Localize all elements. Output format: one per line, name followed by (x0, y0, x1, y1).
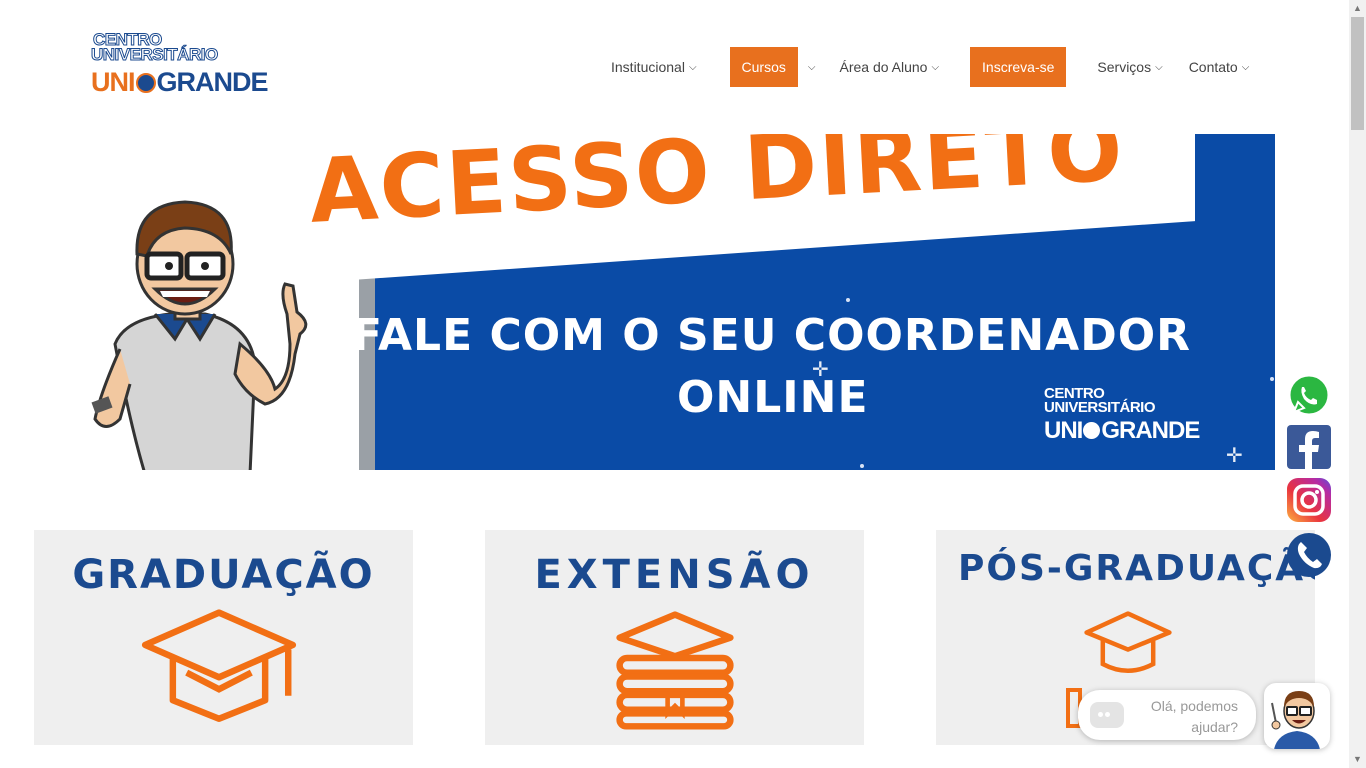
banner-subline-1: FALE COM O SEU COORDENADOR (352, 310, 1192, 361)
card-graduacao[interactable]: GRADUAÇÃO (34, 530, 413, 745)
chat-avatar[interactable] (1264, 683, 1330, 749)
chat-line-1: Olá, podemos (1150, 698, 1238, 714)
nav-cursos-label: Cursos (741, 59, 786, 75)
chevron-down-icon: ⌵ (931, 61, 940, 73)
card-extensao-title: EXTENSÃO (534, 552, 815, 598)
hero-banner[interactable]: ACESSO DIRETO FALE COM O SEU COORDENADOR… (75, 134, 1275, 470)
facebook-icon[interactable] (1286, 424, 1332, 470)
card-pos-graduacao-title: PÓS-GRADUAÇÃO (958, 548, 1315, 589)
instagram-icon[interactable] (1286, 477, 1332, 523)
nav-contato-label: Contato (1188, 59, 1238, 75)
logo-uni: UNI (91, 67, 135, 97)
phone-icon[interactable] (1286, 532, 1332, 578)
banner-logo-line2: UNIVERSITÁRIO (1044, 399, 1156, 416)
banner-logo-uni: UNI (1044, 417, 1083, 444)
card-graduacao-title: GRADUAÇÃO (72, 552, 375, 598)
scroll-up-arrow-icon[interactable]: ▲ (1349, 0, 1366, 17)
page-scrollbar[interactable]: ▲ ▼ (1349, 0, 1366, 768)
chevron-down-icon: ⌵ (1241, 61, 1250, 73)
logo-line-unigrande: UNI GRANDE (91, 67, 269, 98)
logo-grande: GRANDE (156, 67, 269, 97)
scroll-thumb[interactable] (1351, 17, 1364, 130)
sparkle-icon: ✛ (320, 391, 337, 413)
books-icon (616, 611, 734, 730)
chevron-down-icon: ⌵ (688, 61, 697, 73)
nav-contato[interactable]: Contato ⌵ (1178, 47, 1261, 87)
nav-area-do-aluno-label: Área do Aluno (839, 59, 928, 75)
logo-line-universitario: UNIVERSITÁRIO (91, 45, 219, 64)
sparkle-icon: ✛ (1226, 445, 1243, 467)
page: CENTRO UNIVERSITÁRIO UNI GRANDE Instituci… (0, 0, 1349, 768)
graduation-cap-icon (1084, 611, 1172, 673)
sparkle-dot (860, 464, 864, 468)
logo-seal-icon (135, 73, 156, 93)
banner-subline-2: ONLINE (677, 372, 869, 423)
site-logo[interactable]: CENTRO UNIVERSITÁRIO UNI GRANDE (91, 31, 269, 101)
nav-servicos[interactable]: Serviços ⌵ (1086, 47, 1173, 87)
nav-institucional-label: Institucional (611, 59, 685, 75)
whatsapp-icon[interactable] (1286, 372, 1332, 418)
sparkle-icon: ✛ (812, 359, 829, 381)
chat-prompt-text: Olá, podemos ajudar? (1118, 696, 1238, 738)
nav-inscreva-se-label: Inscreva-se (982, 59, 1055, 75)
graduation-cap-icon (141, 609, 297, 722)
chat-prompt-bubble[interactable]: Olá, podemos ajudar? (1078, 690, 1256, 740)
banner-logo-grande: GRANDE (1101, 417, 1200, 444)
banner-logo-seal-icon (1083, 422, 1101, 439)
sparkle-dot (1270, 377, 1274, 381)
nav-institucional[interactable]: Institucional ⌵ (600, 47, 708, 87)
mascot-illustration (91, 200, 308, 470)
banner-logo: CENTRO UNIVERSITÁRIO UNI GRANDE (1044, 386, 1204, 447)
nav-servicos-label: Serviços (1097, 59, 1152, 75)
chat-line-2: ajudar? (1191, 719, 1238, 735)
chevron-down-icon: ⌵ (1155, 61, 1163, 73)
banner-logo-line3: UNI GRANDE (1044, 417, 1204, 445)
scroll-down-arrow-icon[interactable]: ▼ (1349, 751, 1366, 768)
card-extensao[interactable]: EXTENSÃO (485, 530, 864, 745)
nav-cursos[interactable]: Cursos (729, 47, 798, 87)
chevron-down-icon[interactable]: ⌵ (798, 62, 840, 73)
main-nav: Institucional ⌵ Cursos ⌵ Área do Aluno ⌵… (600, 47, 1260, 87)
nav-area-do-aluno[interactable]: Área do Aluno ⌵ (839, 47, 950, 87)
nav-inscreva-se[interactable]: Inscreva-se (970, 47, 1067, 87)
sparkle-dot (846, 298, 850, 302)
